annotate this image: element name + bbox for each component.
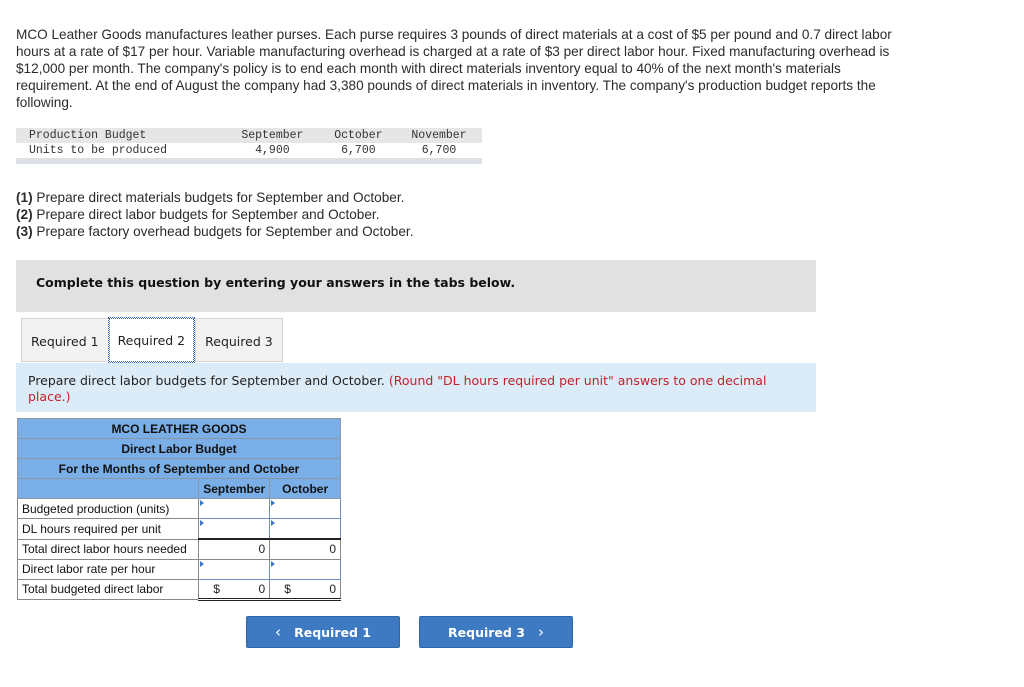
budget-title: Direct Labor Budget <box>17 438 341 459</box>
problem-statement: MCO Leather Goods manufactures leather p… <box>16 27 892 110</box>
budget-period: For the Months of September and October <box>17 458 341 479</box>
row-total-budgeted-dl: Total budgeted direct labor $0 $0 <box>16 578 341 601</box>
row-label: Total budgeted direct labor <box>16 578 200 600</box>
header-november: November <box>395 128 482 143</box>
company-name: MCO LEATHER GOODS <box>17 418 341 439</box>
production-budget-table: Production Budget September October Nove… <box>16 128 482 164</box>
units-row: Units to be produced 4,900 6,700 6,700 <box>16 143 482 158</box>
prev-required-1-button[interactable]: ‹ Required 1 <box>246 616 400 648</box>
row-label: Direct labor rate per hour <box>16 558 200 580</box>
requirement-3: (3) Prepare factory overhead budgets for… <box>16 224 414 239</box>
units-label: Units to be produced <box>29 144 168 157</box>
row-total-dl-hours: Total direct labor hours needed 0 0 <box>16 538 341 560</box>
requirement-2: (2) Prepare direct labor budgets for Sep… <box>16 207 380 222</box>
prev-button-label: Required 1 <box>294 625 371 640</box>
tab-required-2[interactable]: Required 2 <box>107 317 196 363</box>
header-october: October <box>320 128 396 143</box>
units-october: 6,700 <box>341 144 376 157</box>
production-budget-title: Production Budget <box>16 128 224 143</box>
tab-bar: Required 1 Required 2 Required 3 <box>21 317 283 363</box>
dl-rate-october-input[interactable] <box>270 559 340 579</box>
row-budgeted-production: Budgeted production (units) <box>16 498 341 519</box>
dl-hours-per-unit-october-input[interactable] <box>270 519 340 538</box>
row-label: DL hours required per unit <box>16 518 200 540</box>
instructions-banner-text: Complete this question by entering your … <box>36 275 516 290</box>
tab-instruction: Prepare direct labor budgets for Septemb… <box>16 363 816 412</box>
production-budget-header-row: Production Budget September October Nove… <box>16 128 482 143</box>
units-november: 6,700 <box>421 144 457 157</box>
column-header-october: October <box>269 478 341 499</box>
requirements-list: (1) Prepare direct materials budgets for… <box>16 189 413 240</box>
budgeted-production-october-input[interactable] <box>270 499 340 518</box>
total-budgeted-dl-september: $0 <box>198 578 271 601</box>
column-header-blank <box>16 478 200 499</box>
table-footer-bar <box>16 158 482 164</box>
column-header-september: September <box>198 478 271 499</box>
direct-labor-budget-table: MCO LEATHER GOODS Direct Labor Budget Fo… <box>16 418 341 601</box>
total-budgeted-dl-october: $0 <box>269 578 341 601</box>
instruction-text: Prepare direct labor budgets for Septemb… <box>28 373 389 388</box>
total-dl-hours-october: 0 <box>269 538 341 560</box>
tab-required-3[interactable]: Required 3 <box>195 318 283 362</box>
row-dl-rate: Direct labor rate per hour <box>16 558 341 580</box>
dl-hours-per-unit-september-input[interactable] <box>199 519 270 538</box>
row-dl-hours-per-unit: DL hours required per unit <box>16 518 341 540</box>
budgeted-production-september-input[interactable] <box>199 499 270 518</box>
next-required-3-button[interactable]: Required 3 › <box>419 616 573 648</box>
chevron-right-icon: › <box>537 623 544 641</box>
header-september: September <box>224 128 321 143</box>
units-september: 4,900 <box>255 144 290 157</box>
value: 0 <box>329 581 336 596</box>
requirement-1: (1) Prepare direct materials budgets for… <box>16 190 405 205</box>
row-label: Total direct labor hours needed <box>16 538 200 560</box>
currency-symbol: $ <box>284 581 291 596</box>
instructions-banner: Complete this question by entering your … <box>16 260 816 312</box>
chevron-left-icon: ‹ <box>275 623 282 641</box>
tab-required-1[interactable]: Required 1 <box>21 318 108 362</box>
dl-rate-september-input[interactable] <box>199 559 270 579</box>
next-button-label: Required 3 <box>448 625 525 640</box>
row-label: Budgeted production (units) <box>16 498 200 519</box>
currency-symbol: $ <box>213 581 220 596</box>
value: 0 <box>258 581 266 596</box>
total-dl-hours-september: 0 <box>198 538 271 560</box>
